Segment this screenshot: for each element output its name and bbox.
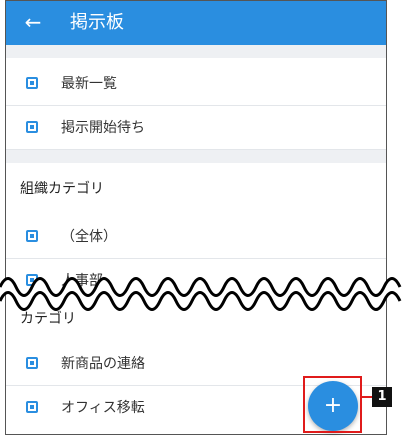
section-heading-org: 組織カテゴリ	[20, 181, 104, 197]
list-item-label: （全体）	[61, 229, 117, 245]
annotation-callout-badge: 1	[372, 387, 392, 407]
list-item-all[interactable]: （全体）	[6, 215, 386, 259]
square-bullet-icon	[26, 230, 38, 242]
square-bullet-icon	[26, 401, 38, 413]
annotation-highlight-frame	[303, 376, 362, 433]
page-title: 掲示板	[70, 12, 124, 33]
square-bullet-icon	[26, 77, 38, 89]
app-bar: ← 掲示板	[6, 1, 386, 45]
list-item-label: 掲示開始待ち	[61, 120, 145, 136]
arrow-left-icon[interactable]: ←	[20, 9, 46, 35]
annotation-leader-line	[362, 396, 372, 398]
section-spacer	[6, 45, 386, 58]
list-item-label: 最新一覧	[61, 76, 117, 92]
square-bullet-icon	[26, 121, 38, 133]
omission-wave-divider	[0, 277, 405, 311]
phone-screen: ← 掲示板 最新一覧 掲示開始待ち 組織カテゴリ （全体） 人事部 カテゴリ 新…	[5, 0, 387, 435]
list-item-label: 新商品の連絡	[61, 356, 145, 372]
section-spacer	[6, 150, 386, 163]
list-item-pending[interactable]: 掲示開始待ち	[6, 106, 386, 150]
list-item-label: オフィス移転	[61, 400, 145, 416]
square-bullet-icon	[26, 357, 38, 369]
list-item-latest[interactable]: 最新一覧	[6, 62, 386, 106]
